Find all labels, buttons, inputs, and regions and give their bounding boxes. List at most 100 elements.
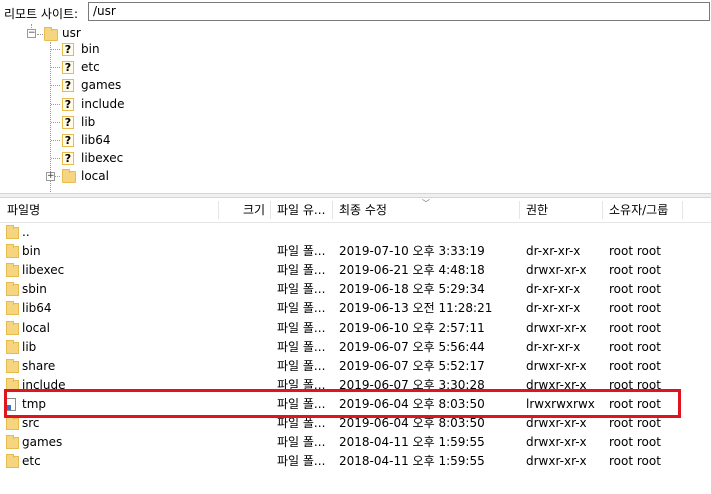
file-type: 파일 폴... — [277, 320, 326, 335]
folder-icon — [6, 263, 19, 278]
column-header-owner[interactable]: 소유자/그룹 — [609, 198, 668, 222]
file-name: sbin — [22, 282, 47, 297]
file-name: local — [22, 320, 50, 335]
file-modified: 2019-06-04 오후 8:03:50 — [339, 396, 485, 411]
file-permissions: drwxr-xr-x — [526, 263, 587, 278]
folder-icon — [44, 27, 58, 41]
file-name: tmp — [22, 396, 47, 411]
file-row[interactable]: lib64 파일 폴... 2019-06-13 오전 11:28:21 dr-xr-… — [0, 299, 711, 318]
file-row[interactable]: libexec 파일 폴... 2019-06-21 오후 4:48:18 drwxr… — [0, 261, 711, 280]
file-permissions: dr-xr-xr-x — [526, 282, 581, 297]
file-row[interactable]: games 파일 폴... 2018-04-11 오후 1:59:55 drwxr-x… — [0, 433, 711, 452]
file-permissions: drwxr-xr-x — [526, 358, 587, 373]
file-row[interactable]: share 파일 폴... 2019-06-07 오후 5:52:17 drwxr-x… — [0, 357, 711, 376]
file-row[interactable]: tmp 파일 폴... 2019-06-04 오후 8:03:50 lrwxrwxrw… — [0, 395, 711, 414]
file-row[interactable]: etc 파일 폴... 2018-04-11 오후 1:59:55 drwxr-xr-… — [0, 452, 711, 471]
file-type: 파일 폴... — [277, 435, 326, 450]
question-folder-icon: ? — [62, 115, 74, 129]
file-modified: 2018-04-11 오후 1:59:55 — [339, 454, 485, 469]
file-name: lib — [22, 339, 37, 354]
file-name: share — [22, 358, 56, 373]
remote-path-input[interactable]: /usr — [88, 2, 710, 21]
question-folder-icon: ? — [62, 79, 74, 93]
column-header-modified[interactable]: 최종 수정 — [339, 198, 387, 222]
file-modified: 2019-06-13 오전 11:28:21 — [339, 301, 493, 316]
file-permissions: dr-xr-xr-x — [526, 301, 581, 316]
expand-icon[interactable]: + — [46, 172, 55, 182]
tree-item-label[interactable]: include — [81, 97, 124, 111]
question-folder-icon: ? — [62, 152, 74, 166]
file-permissions — [526, 223, 602, 242]
file-row[interactable]: .. — [0, 223, 711, 242]
file-permissions: drwxr-xr-x — [526, 320, 587, 335]
question-folder-icon: ? — [62, 97, 74, 111]
file-owner — [609, 223, 681, 242]
tree-item-label[interactable]: games — [81, 78, 121, 92]
remote-site-label: 리모트 사이트: — [4, 7, 79, 21]
file-type: 파일 폴... — [277, 339, 326, 354]
file-type: 파일 폴... — [277, 301, 326, 316]
folder-icon — [6, 339, 19, 354]
file-owner: root root — [609, 320, 661, 335]
file-type: 파일 폴... — [277, 358, 326, 373]
file-modified: 2019-07-10 오후 3:33:19 — [339, 244, 485, 259]
folder-icon — [6, 377, 19, 392]
file-type: 파일 폴... — [277, 282, 326, 297]
file-owner: root root — [609, 263, 661, 278]
file-name: games — [22, 435, 63, 450]
remote-file-list[interactable]: .. bin 파일 폴... 2019-07-10 오후 3:33:19 dr-xr-x… — [0, 223, 711, 494]
folder-icon — [6, 225, 19, 239]
collapse-icon[interactable]: − — [27, 29, 36, 38]
file-modified: 2019-06-18 오후 5:29:34 — [339, 282, 485, 297]
file-name: etc — [22, 454, 41, 469]
file-owner: root root — [609, 396, 661, 411]
file-row[interactable]: include 파일 폴... 2019-06-07 오후 3:30:28 drwxr… — [0, 376, 711, 395]
tree-item-label[interactable]: lib64 — [81, 133, 111, 147]
question-folder-icon: ? — [62, 134, 74, 147]
column-header-permissions[interactable]: 권한 — [526, 198, 548, 222]
file-row[interactable]: bin 파일 폴... 2019-07-10 오후 3:33:19 dr-xr-xr-… — [0, 242, 711, 261]
column-header-name[interactable]: 파일명 — [7, 198, 40, 222]
file-permissions: lrwxrwxrwx — [526, 396, 595, 411]
column-header-size[interactable]: 크기 — [243, 198, 265, 222]
tree-item-label[interactable]: etc — [81, 60, 100, 74]
file-owner: root root — [609, 301, 661, 316]
file-owner: root root — [609, 435, 661, 450]
file-permissions: drwxr-xr-x — [526, 435, 587, 450]
file-row[interactable]: lib 파일 폴... 2019-06-07 오후 5:56:44 dr-xr-xr-… — [0, 338, 711, 357]
file-row[interactable]: src 파일 폴... 2019-06-04 오후 8:03:50 drwxr-xr-… — [0, 414, 711, 433]
tree-item-label[interactable]: local — [81, 169, 109, 183]
folder-icon — [6, 435, 19, 450]
tree-item-label[interactable]: bin — [81, 42, 100, 56]
file-modified — [339, 223, 519, 242]
tree-item-label[interactable]: lib — [81, 115, 95, 129]
file-row[interactable]: local 파일 폴... 2019-06-10 오후 2:57:11 drwxr-x… — [0, 319, 711, 338]
folder-icon — [6, 320, 19, 335]
file-modified: 2019-06-07 오후 3:30:28 — [339, 377, 485, 392]
file-modified: 2018-04-11 오후 1:59:55 — [339, 435, 485, 450]
file-type: 파일 폴... — [277, 416, 326, 430]
sort-descending-icon: ﹀ — [422, 199, 430, 208]
question-folder-icon: ? — [62, 61, 74, 75]
file-owner: root root — [609, 282, 661, 297]
symlink-icon — [5, 397, 16, 411]
folder-icon — [6, 454, 19, 469]
file-name: libexec — [22, 263, 65, 278]
tree-item-label[interactable]: libexec — [81, 151, 123, 165]
folder-icon — [62, 169, 76, 184]
file-owner: root root — [609, 416, 661, 430]
file-type: 파일 폴... — [277, 244, 326, 259]
file-name: include — [22, 377, 66, 392]
file-permissions: drwxr-xr-x — [526, 416, 587, 430]
file-name: lib64 — [22, 301, 52, 316]
file-type: 파일 폴... — [277, 396, 326, 411]
file-name: src — [22, 416, 40, 430]
file-type: 파일 폴... — [277, 263, 326, 278]
column-header-type[interactable]: 파일 유... — [277, 198, 325, 222]
tree-item-usr[interactable]: usr — [62, 26, 81, 40]
question-folder-icon: ? — [62, 43, 74, 56]
remote-directory-tree[interactable]: − usr ? bin? etc? games? include? lib? lib64? l… — [0, 24, 711, 196]
file-modified: 2019-06-21 오후 4:48:18 — [339, 263, 485, 278]
file-name: .. — [22, 225, 30, 239]
file-row[interactable]: sbin 파일 폴... 2019-06-18 오후 5:29:34 dr-xr-xr… — [0, 280, 711, 299]
